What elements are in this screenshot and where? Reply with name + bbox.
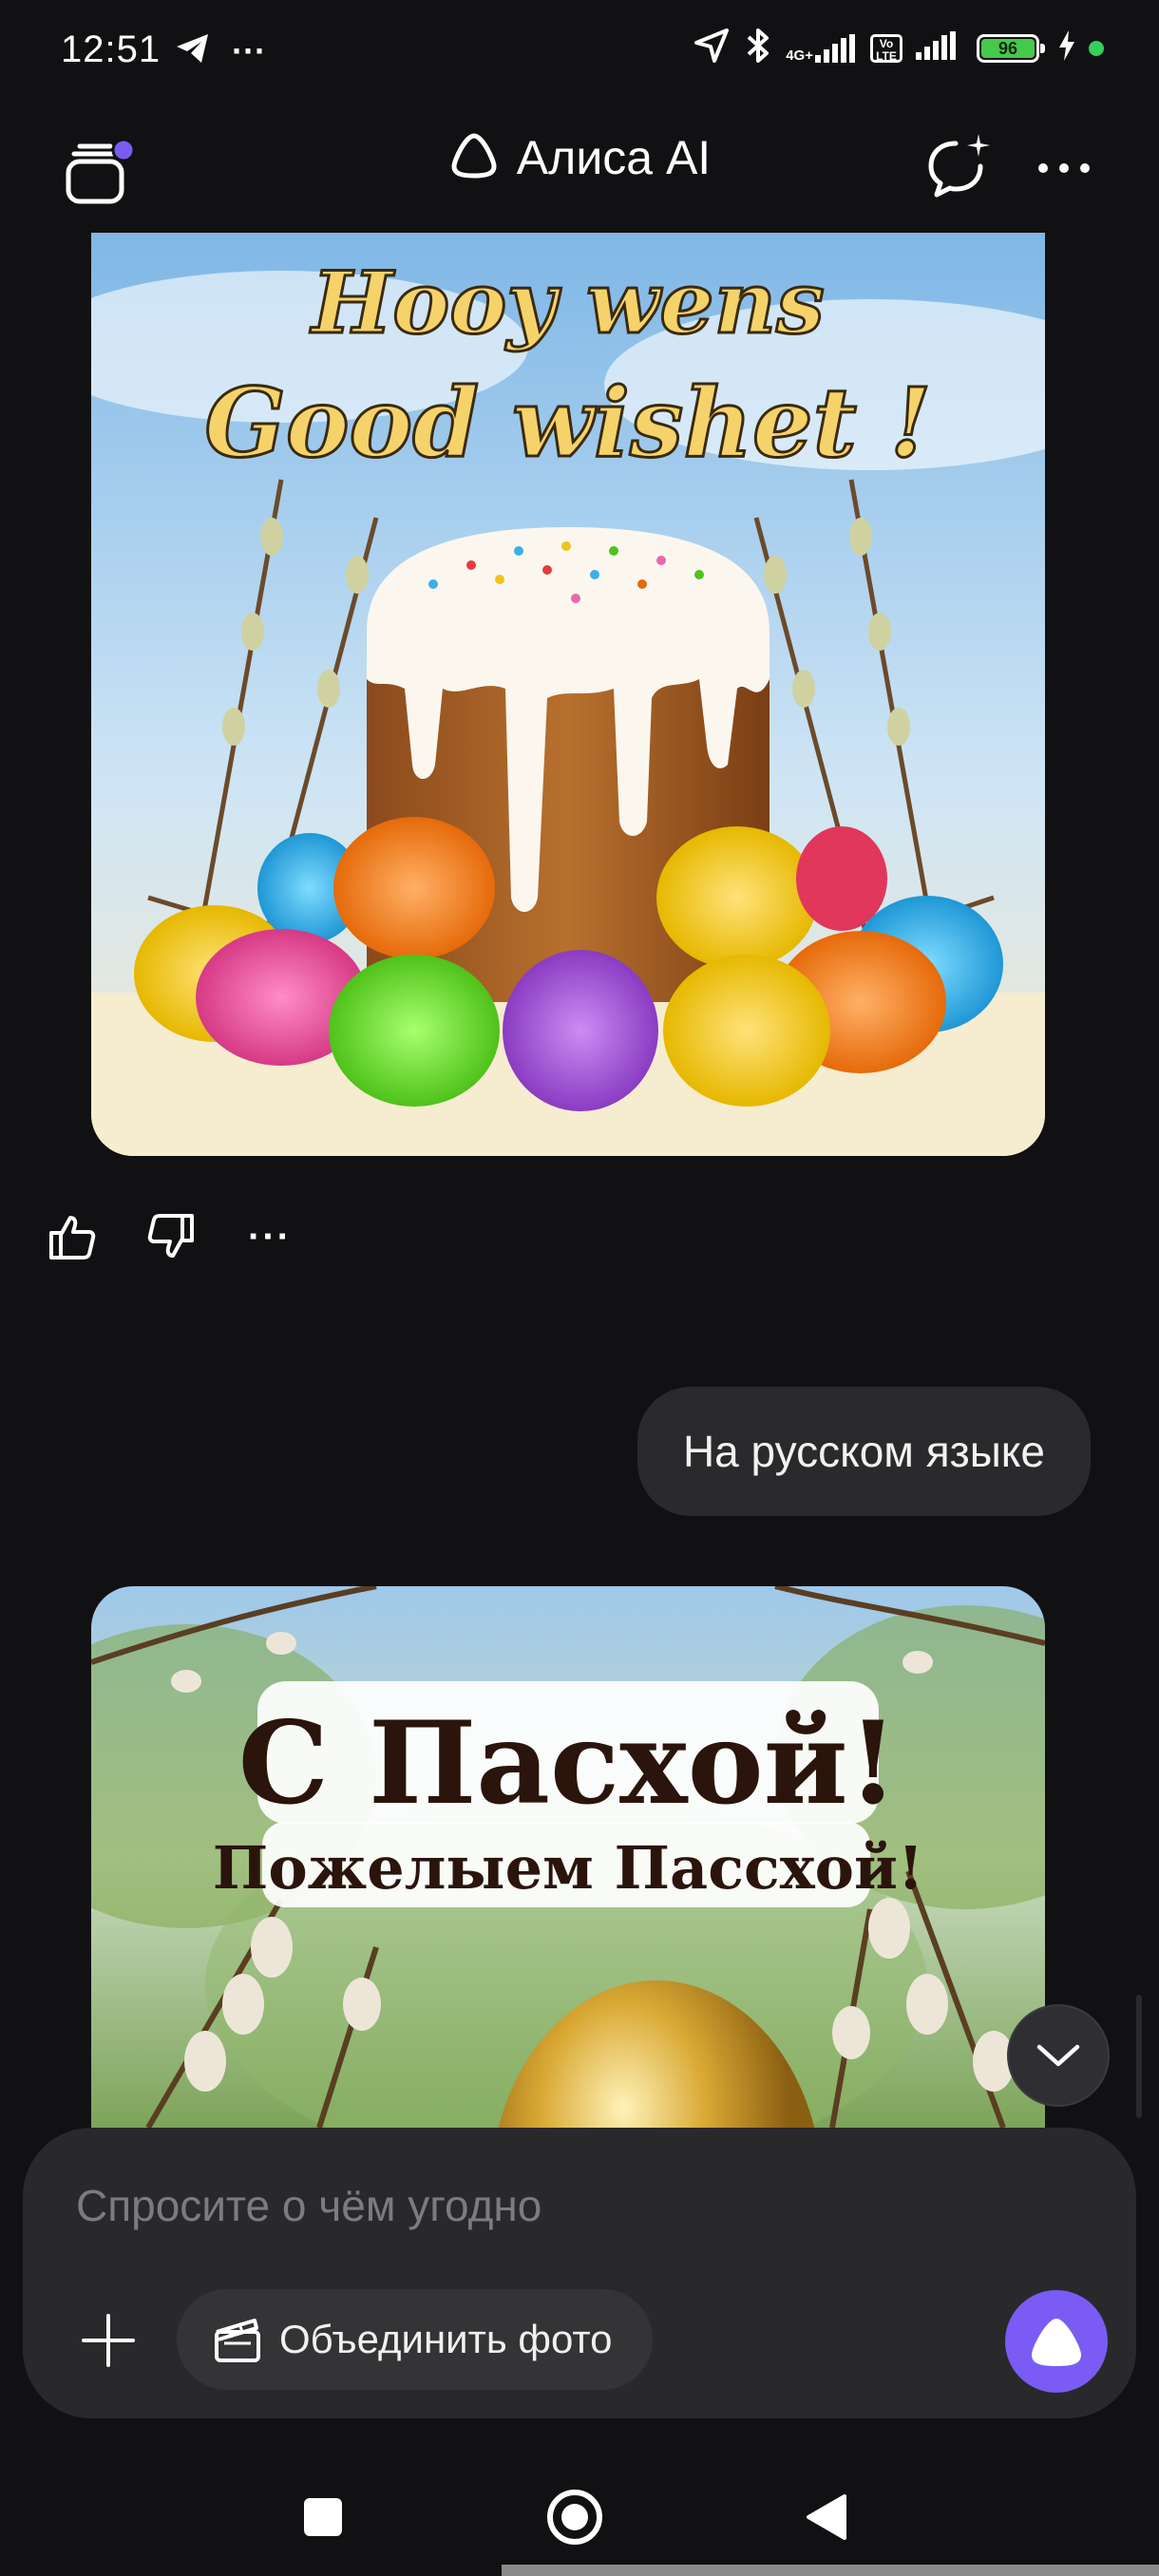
signal-icon: 4G+ [786,33,857,64]
generated-image-card[interactable]: Hooy wens Good wishet ! [91,233,1045,1156]
dislike-button[interactable] [141,1206,201,1267]
user-message-text: На русском языке [682,1427,1045,1476]
privacy-indicator-dot [1089,40,1104,56]
image-1-line-2: Good wishet ! [204,367,931,479]
back-icon [807,2494,846,2540]
more-options-button[interactable] [1026,140,1102,197]
message-composer: Объединить фото [23,2128,1136,2418]
charging-icon [1058,30,1075,66]
recents-button[interactable] [285,2479,361,2555]
plus-icon [82,2314,135,2367]
recents-icon [304,2498,342,2536]
image-1-line-1: Hooy wens [309,253,825,353]
generated-image-card-2[interactable]: С Пасхой! Пожелыем Пассхой! [91,1586,1045,2128]
image-2-line-2: Пожелыем Пассхой! [213,1833,923,1903]
scrollbar[interactable] [1136,1995,1142,2118]
home-button[interactable] [537,2479,613,2555]
signal-2-icon [916,31,963,65]
battery-level: 96 [981,38,1035,58]
volte-badge: Vo LTE [870,33,902,63]
bluetooth-icon [744,27,772,69]
message-input[interactable] [74,2179,933,2232]
status-bar: 12:51 ··· 4G+ Vo LTE 96 [0,0,1159,104]
gesture-indicator [502,2565,1159,2576]
merge-photos-button[interactable]: Объединить фото [177,2289,653,2390]
status-time: 12:51 [61,28,162,70]
telegram-icon [175,32,211,69]
back-button[interactable] [788,2479,864,2555]
more-icon: ··· [248,1215,292,1258]
merge-photos-label: Объединить фото [279,2317,613,2361]
system-navigation-bar [0,2451,1159,2576]
image-2-line-1: С Пасхой! [238,1696,899,1830]
easter-egg-image: С Пасхой! Пожелыем Пассхой! [91,1586,1045,2128]
alice-logo-icon [1032,2319,1081,2366]
new-chat-button[interactable] [922,130,998,206]
thumbs-up-icon [49,1216,96,1260]
easter-cake-image: Hooy wens Good wishet ! [91,233,1045,1156]
app-header: Алиса AI [0,109,1159,223]
like-button[interactable] [42,1206,103,1267]
location-icon [693,27,731,69]
alice-voice-button[interactable] [1005,2290,1108,2393]
attach-button[interactable] [70,2302,146,2378]
home-icon [547,2490,602,2545]
scroll-down-button[interactable] [1007,2004,1110,2107]
network-type-label: 4G+ [786,47,813,64]
new-chat-icon [928,134,990,198]
thumbs-down-icon [147,1214,194,1258]
alice-logo-icon [448,132,500,184]
battery-icon: 96 [977,33,1045,63]
message-more-button[interactable]: ··· [239,1206,300,1267]
more-icon [1038,163,1090,173]
chevron-down-icon [1036,2044,1080,2067]
app-title: Алиса AI [516,131,712,184]
message-actions: ··· [42,1206,300,1267]
clapperboard-icon [215,2319,260,2362]
more-notifications-icon: ··· [232,30,266,70]
user-message-bubble: На русском языке [636,1387,1091,1516]
